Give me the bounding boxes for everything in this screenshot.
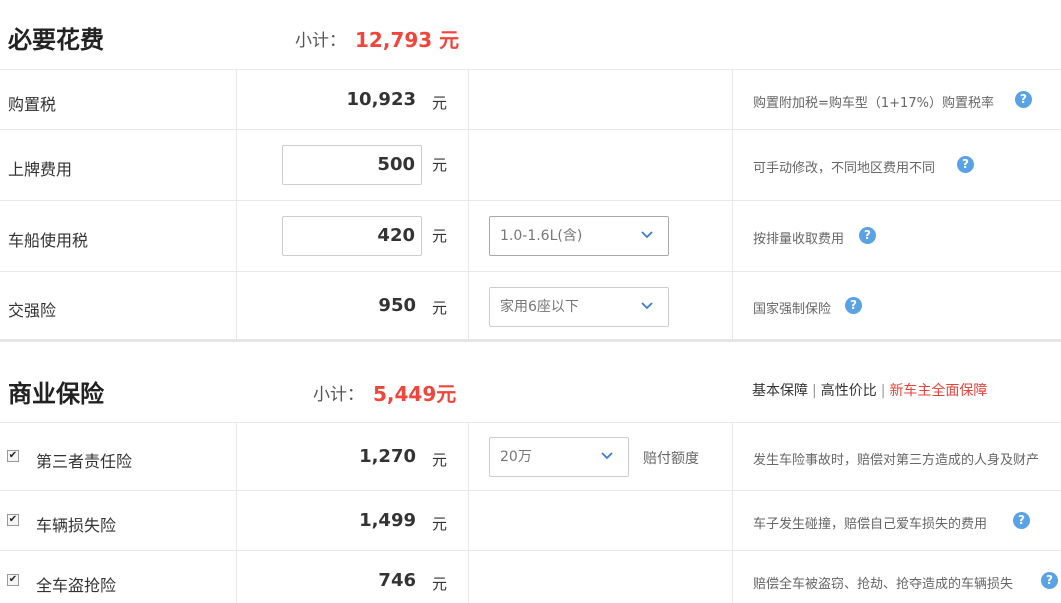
- amount-value: 10,923: [346, 89, 416, 110]
- table-row: 车船使用税 420 元 1.0-1.6L(含) 按排量收取费用 ?: [0, 201, 1061, 271]
- row-description: 国家强制保险: [753, 302, 832, 317]
- chevron-down-icon: [641, 302, 653, 310]
- help-icon[interactable]: ?: [957, 156, 974, 173]
- table-row: ✔ 车辆损失险 1,499 元 车子发生碰撞，赔偿自己爱车损失的费用 ?: [0, 491, 1061, 550]
- subtotal-value: 12,793 元: [355, 28, 460, 52]
- unit-label: 元: [432, 94, 448, 112]
- select-value: 20万: [500, 449, 532, 465]
- separator: |: [880, 383, 886, 399]
- amount-value: 950: [378, 295, 416, 316]
- chevron-down-icon: [601, 452, 613, 460]
- table-row: 交强险 950 元 家用6座以下 国家强制保险 ?: [0, 272, 1061, 339]
- row-description: 车子发生碰撞，赔偿自己爱车损失的费用: [753, 517, 988, 532]
- help-icon[interactable]: ?: [1015, 91, 1032, 108]
- plan-basic-link[interactable]: 基本保障: [752, 383, 808, 399]
- plan-selector: 基本保障 | 高性价比 | 新车主全面保障: [752, 380, 987, 400]
- plan-full-link[interactable]: 新车主全面保障: [889, 383, 987, 399]
- table-row: ✔ 第三者责任险 1,270 元 20万 赔付额度 发生车险事故时，赔偿对第三方…: [0, 423, 1061, 490]
- unit-label: 元: [432, 575, 448, 593]
- plate-fee-input[interactable]: 500: [282, 145, 422, 185]
- required-section-header: 必要花费 小计： 12,793 元: [0, 0, 1061, 70]
- unit-label: 元: [432, 451, 448, 469]
- amount-value: 1,270: [359, 446, 416, 467]
- include-checkbox[interactable]: ✔: [7, 574, 19, 586]
- unit-label: 元: [432, 227, 448, 245]
- seat-type-select[interactable]: 家用6座以下: [489, 287, 669, 327]
- subtotal-label: 小计：: [295, 31, 346, 51]
- row-description: 可手动修改，不同地区费用不同: [753, 161, 936, 176]
- unit-label: 元: [432, 299, 448, 317]
- displacement-select[interactable]: 1.0-1.6L(含): [489, 216, 669, 256]
- table-row: 上牌费用 500 元 可手动修改，不同地区费用不同 ?: [0, 130, 1061, 200]
- subtotal-value: 5,449元: [373, 382, 457, 406]
- row-label: 购置税: [8, 95, 57, 114]
- unit-label: 元: [432, 515, 448, 533]
- row-description: 按排量收取费用: [753, 232, 845, 247]
- row-label: 交强险: [8, 301, 57, 320]
- vehicle-tax-input[interactable]: 420: [282, 216, 422, 256]
- select-value: 1.0-1.6L(含): [500, 228, 583, 244]
- include-checkbox[interactable]: ✔: [7, 450, 19, 462]
- unit-label: 元: [432, 156, 448, 174]
- row-label: 全车盗抢险: [36, 576, 117, 595]
- subtotal-label: 小计：: [313, 385, 364, 405]
- section-title: 必要花费: [8, 26, 104, 54]
- row-description: 赔偿全车被盗窃、抢劫、抢夺造成的车辆损失: [753, 577, 1014, 592]
- section-title: 商业保险: [8, 380, 104, 408]
- help-icon[interactable]: ?: [859, 227, 876, 244]
- chevron-down-icon: [641, 231, 653, 239]
- table-row: ✔ 全车盗抢险 746 元 赔偿全车被盗窃、抢劫、抢夺造成的车辆损失 ?: [0, 551, 1061, 603]
- table-row: 购置税 10,923 元 购置附加税=购车型（1+17%）购置税率 ?: [0, 70, 1061, 129]
- row-description: 购置附加税=购车型（1+17%）购置税率: [753, 96, 994, 111]
- row-description: 发生车险事故时，赔偿对第三方造成的人身及财产: [753, 453, 1040, 468]
- separator: |: [812, 383, 817, 399]
- plan-value-link[interactable]: 高性价比: [821, 383, 877, 399]
- row-label: 车辆损失险: [36, 516, 117, 535]
- coverage-amount-select[interactable]: 20万: [489, 437, 629, 477]
- row-label: 第三者责任险: [36, 452, 133, 471]
- row-label: 上牌费用: [8, 160, 73, 179]
- amount-value: 1,499: [359, 510, 416, 531]
- select-suffix-label: 赔付额度: [643, 451, 699, 467]
- amount-value: 746: [378, 570, 416, 591]
- help-icon[interactable]: ?: [1013, 512, 1030, 529]
- help-icon[interactable]: ?: [1041, 572, 1058, 589]
- help-icon[interactable]: ?: [845, 297, 862, 314]
- select-value: 家用6座以下: [500, 299, 579, 315]
- include-checkbox[interactable]: ✔: [7, 514, 19, 526]
- row-label: 车船使用税: [8, 231, 89, 250]
